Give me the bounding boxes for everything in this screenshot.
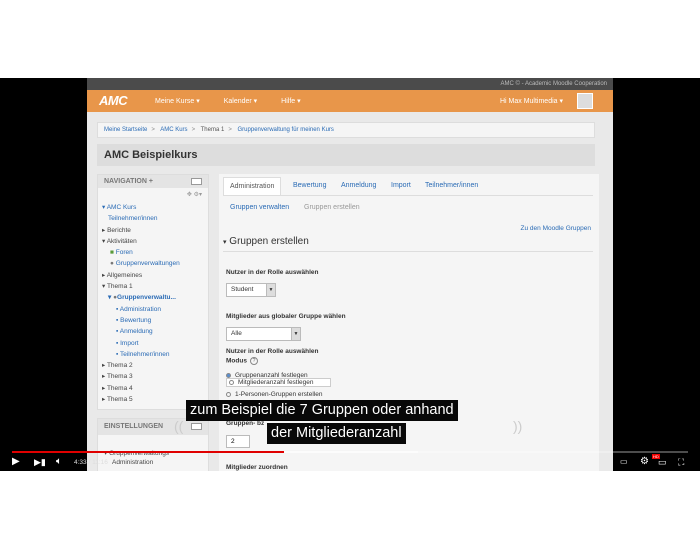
role-select[interactable]: Student ▼	[226, 283, 276, 297]
radio-mitgliederanzahl[interactable]: Mitgliederanzahl festlegen	[226, 378, 331, 387]
global-group-select[interactable]: Alle ▼	[226, 327, 301, 341]
navigation-tree: ▾ AMC Kurs Teilnehmer/innen ▸ Berichte ▾…	[98, 188, 208, 405]
forum-icon: ■	[110, 249, 114, 257]
breadcrumb-home[interactable]: Meine Startseite	[104, 127, 147, 133]
nav-item[interactable]: ▾ Thema 1	[98, 281, 208, 292]
nav-item[interactable]: Teilnehmer/innen	[98, 213, 208, 224]
block-actions-icon[interactable]: ✥ ⚙▾	[187, 191, 202, 198]
player-controls: ▶ ▶▮ 🔈︎ 4:33 / 11:16 ▭ ⚙ HD ▭ ⛶	[0, 454, 700, 471]
role-label-text: Nutzer in der Rolle auswählen	[226, 269, 319, 276]
nav-item[interactable]: ▸ Thema 2	[98, 360, 208, 371]
gruppen-count-input[interactable]: 2	[226, 435, 250, 448]
nav-item[interactable]: ▪ Anmeldung	[98, 326, 208, 337]
sound-wave-icon: ))	[513, 418, 523, 434]
menu-meine-kurse[interactable]: Meine Kurse ▾	[155, 98, 200, 105]
nav-item[interactable]: ▸ Allgemeines	[98, 270, 208, 281]
play-icon[interactable]: ▶	[12, 456, 20, 468]
amc-logo: AMC	[99, 93, 128, 108]
group-icon: ●	[110, 260, 114, 268]
block-dock-icon[interactable]	[191, 178, 202, 185]
chevron-down-icon: ▼	[291, 328, 300, 340]
gear-icon[interactable]: ⚙	[640, 456, 649, 468]
modus-label: Modus?	[226, 357, 258, 365]
radio-einzelgruppen[interactable]: 1-Personen-Gruppen erstellen	[226, 391, 322, 398]
gruppen-label: Gruppen- bz	[226, 420, 265, 427]
volume-icon[interactable]: 🔈︎	[56, 456, 62, 468]
progress-bar[interactable]	[12, 451, 285, 453]
nav-item[interactable]: ▪ Bewertung	[98, 315, 208, 326]
time-display: 4:33 / 11:16	[74, 459, 108, 466]
breadcrumb-course[interactable]: AMC Kurs	[160, 127, 187, 133]
nav-item[interactable]: ■ Foren	[98, 247, 208, 258]
navigation-block: NAVIGATION + ✥ ⚙▾ ▾ AMC Kurs Teilnehmer/…	[97, 174, 209, 410]
caption-line-1: zum Beispiel die 7 Gruppen oder anhand	[186, 400, 458, 421]
sound-wave-icon: ((	[174, 418, 184, 434]
nav-item[interactable]: ▾ ●Gruppenverwaltu...	[98, 292, 208, 303]
nav-item[interactable]: ▪ Teilnehmer/innen	[98, 349, 208, 360]
fullscreen-icon[interactable]: ⛶	[678, 456, 684, 468]
next-icon[interactable]: ▶▮	[34, 456, 46, 468]
video-player[interactable]: AMC © - Academic Moodle Cooperation AMC …	[0, 78, 700, 471]
help-icon: ?	[249, 357, 258, 365]
nav-item[interactable]: ▪ Import	[98, 338, 208, 349]
nav-item[interactable]: ● Gruppenverwaltungen	[98, 258, 208, 269]
nav-item[interactable]: ▸ Thema 4	[98, 383, 208, 394]
global-group-label: Mitglieder aus globaler Gruppe wählen	[226, 313, 346, 320]
nav-item[interactable]: ▸ Thema 3	[98, 371, 208, 382]
nav-item[interactable]: ▾ AMC Kurs	[98, 202, 208, 213]
nav-item[interactable]: ▸ Berichte	[98, 225, 208, 236]
nav-item[interactable]: ▾ Aktivitäten	[98, 236, 208, 247]
settings-dock-icon[interactable]	[191, 423, 202, 430]
chevron-down-icon: ▼	[266, 284, 275, 296]
subtitles-icon[interactable]: ▭	[620, 456, 628, 468]
nav-item[interactable]: ▪ Administration	[98, 304, 208, 315]
caption-line-2: der Mitgliederanzahl	[267, 423, 406, 444]
theater-icon[interactable]: ▭	[658, 456, 667, 468]
